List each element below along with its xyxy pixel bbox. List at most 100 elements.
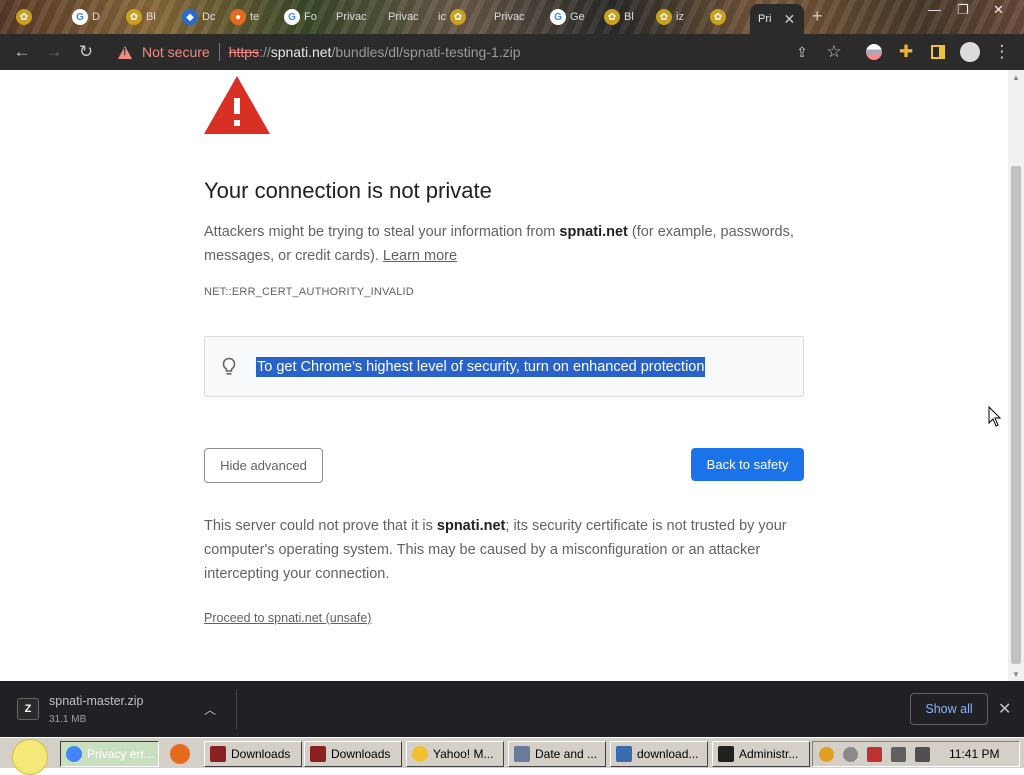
taskbar-item[interactable]: Downloads	[204, 741, 302, 767]
tab[interactable]: G Ge	[544, 4, 594, 30]
warning-triangle-icon	[204, 76, 270, 134]
close-window-button[interactable]: ✕	[993, 2, 1004, 18]
url-separator: ://	[259, 44, 271, 60]
network-icon[interactable]	[843, 747, 858, 762]
url-path: /bundles/dl/spnati-testing-1.zip	[331, 44, 521, 60]
scroll-up-icon[interactable]: ▲	[1012, 73, 1020, 82]
tab[interactable]: ◆ Dc	[176, 4, 222, 30]
enhanced-protection-box: To get Chrome's highest level of securit…	[204, 336, 804, 397]
enhanced-protection-link[interactable]: To get Chrome's highest level of securit…	[256, 356, 706, 377]
tab[interactable]: ✿ Bl	[598, 4, 648, 30]
spnati-icon: ✿	[126, 9, 142, 25]
host-name: spnati.net	[436, 518, 506, 534]
maximize-button[interactable]: ❐	[957, 2, 969, 18]
system-tray: 11:41 PM	[812, 741, 1020, 767]
close-icon[interactable]: ✕	[998, 699, 1011, 719]
yahoo-messenger-icon	[412, 746, 428, 762]
vertical-scrollbar[interactable]: ▲ ▼	[1008, 70, 1024, 681]
taskbar-item[interactable]: Downloads	[304, 741, 402, 767]
scrollbar-thumb[interactable]	[1011, 166, 1021, 664]
firefox-icon: ●	[230, 9, 246, 25]
profile-icon[interactable]	[958, 40, 982, 64]
tab[interactable]: ic ✿	[432, 4, 482, 30]
tab-active[interactable]: Pri ✕	[750, 4, 804, 34]
search-icon[interactable]	[819, 747, 834, 762]
browser-toolbar: ← → ↻ Not secure https://spnati.net/bund…	[0, 34, 1024, 70]
google-icon: G	[72, 9, 88, 25]
chrome-icon	[66, 746, 82, 762]
new-tab-button[interactable]: +	[812, 6, 823, 27]
tab[interactable]: ✿ Bl	[120, 4, 166, 30]
download-bar: Z spnati-master.zip 31.1 MB ︿ Show all ✕	[0, 681, 1024, 737]
chevron-up-icon[interactable]: ︿	[204, 701, 216, 718]
mouse-cursor-icon	[988, 406, 1002, 427]
puzzle-icon[interactable]: ✚	[894, 40, 918, 64]
warning-icon	[118, 45, 132, 59]
date-time-icon	[514, 746, 530, 762]
divider	[218, 43, 220, 61]
show-all-button[interactable]: Show all	[910, 693, 988, 725]
tab-strip: ✿ GD ✿ Bl ◆ Dc ● te G Fo Privac Privac ic ✿ P…	[0, 0, 1024, 34]
spnati-icon: ✿	[710, 9, 726, 25]
google-icon: G	[550, 9, 566, 25]
forward-arrow-icon[interactable]: →	[42, 40, 66, 64]
command-prompt-icon	[718, 746, 734, 762]
address-bar[interactable]: Not secure https://spnati.net/bundles/dl…	[108, 38, 852, 66]
not-secure-label[interactable]: Not secure	[142, 44, 210, 60]
share-icon[interactable]: ⇪	[790, 40, 814, 64]
spnati-icon: ✿	[604, 9, 620, 25]
url-scheme: https	[228, 44, 260, 60]
downloads-icon	[210, 746, 226, 762]
taskbar: Privacy err... Downloads Downloads Yahoo…	[0, 737, 1024, 775]
taskbar-item[interactable]: download...	[610, 741, 708, 767]
spnati-icon: ✿	[656, 9, 672, 25]
firefox-icon[interactable]	[170, 744, 190, 764]
smiley-icon	[12, 739, 48, 775]
tab[interactable]: GD	[66, 4, 110, 30]
tab[interactable]: ● te	[224, 4, 272, 30]
back-arrow-icon[interactable]: ←	[10, 40, 34, 64]
security-icon[interactable]	[867, 747, 882, 762]
sidebar-icon[interactable]	[926, 40, 950, 64]
download-file-name[interactable]: spnati-master.zip	[49, 694, 143, 708]
host-name: spnati.net	[559, 224, 628, 240]
lightbulb-icon	[222, 357, 236, 375]
spnati-icon: ✿	[16, 9, 32, 25]
download-file-size: 31.1 MB	[49, 714, 87, 725]
taskbar-item[interactable]: Date and ...	[508, 741, 606, 767]
learn-more-link[interactable]: Learn more	[383, 248, 457, 264]
interstitial-page: Your connection is not private Attackers…	[0, 70, 1008, 681]
url-host: spnati.net	[270, 44, 332, 60]
clock[interactable]: 11:41 PM	[949, 747, 999, 761]
start-button[interactable]	[4, 738, 50, 775]
close-tab-icon[interactable]: ✕	[783, 11, 795, 28]
taskbar-item[interactable]: Yahoo! M...	[406, 741, 504, 767]
tab[interactable]: ✿	[10, 4, 38, 30]
hide-advanced-button[interactable]: Hide advanced	[204, 448, 323, 483]
reload-icon[interactable]: ↻	[74, 40, 98, 64]
kebab-menu-icon[interactable]: ⋮	[990, 40, 1014, 64]
proceed-unsafe-link[interactable]: Proceed to spnati.net (unsafe)	[204, 611, 371, 625]
error-code: NET::ERR_CERT_AUTHORITY_INVALID	[204, 286, 414, 298]
extension-flag-icon[interactable]	[862, 40, 886, 64]
display-icon[interactable]	[891, 747, 906, 762]
tab[interactable]: G Fo	[278, 4, 328, 30]
tab[interactable]: Privac	[488, 4, 540, 30]
warning-description: Attackers might be trying to steal your …	[204, 224, 794, 264]
microsoft-icon: ◆	[182, 9, 198, 25]
star-icon[interactable]: ☆	[822, 40, 846, 64]
scroll-down-icon[interactable]: ▼	[1012, 670, 1020, 679]
minimize-button[interactable]: —	[928, 2, 941, 17]
advanced-details: This server could not prove that it is s…	[204, 518, 787, 582]
volume-icon[interactable]	[915, 747, 930, 762]
taskbar-item[interactable]: Administr...	[712, 741, 810, 767]
tab[interactable]: ✿ iz	[650, 4, 700, 30]
downloads-icon	[310, 746, 326, 762]
tab[interactable]: Privac	[382, 4, 430, 30]
google-icon: G	[284, 9, 300, 25]
tab[interactable]: ✿	[704, 4, 744, 30]
back-to-safety-button[interactable]: Back to safety	[691, 448, 804, 481]
tab[interactable]: Privac	[330, 4, 378, 30]
divider	[236, 689, 237, 729]
taskbar-item[interactable]: Privacy err...	[60, 741, 159, 767]
